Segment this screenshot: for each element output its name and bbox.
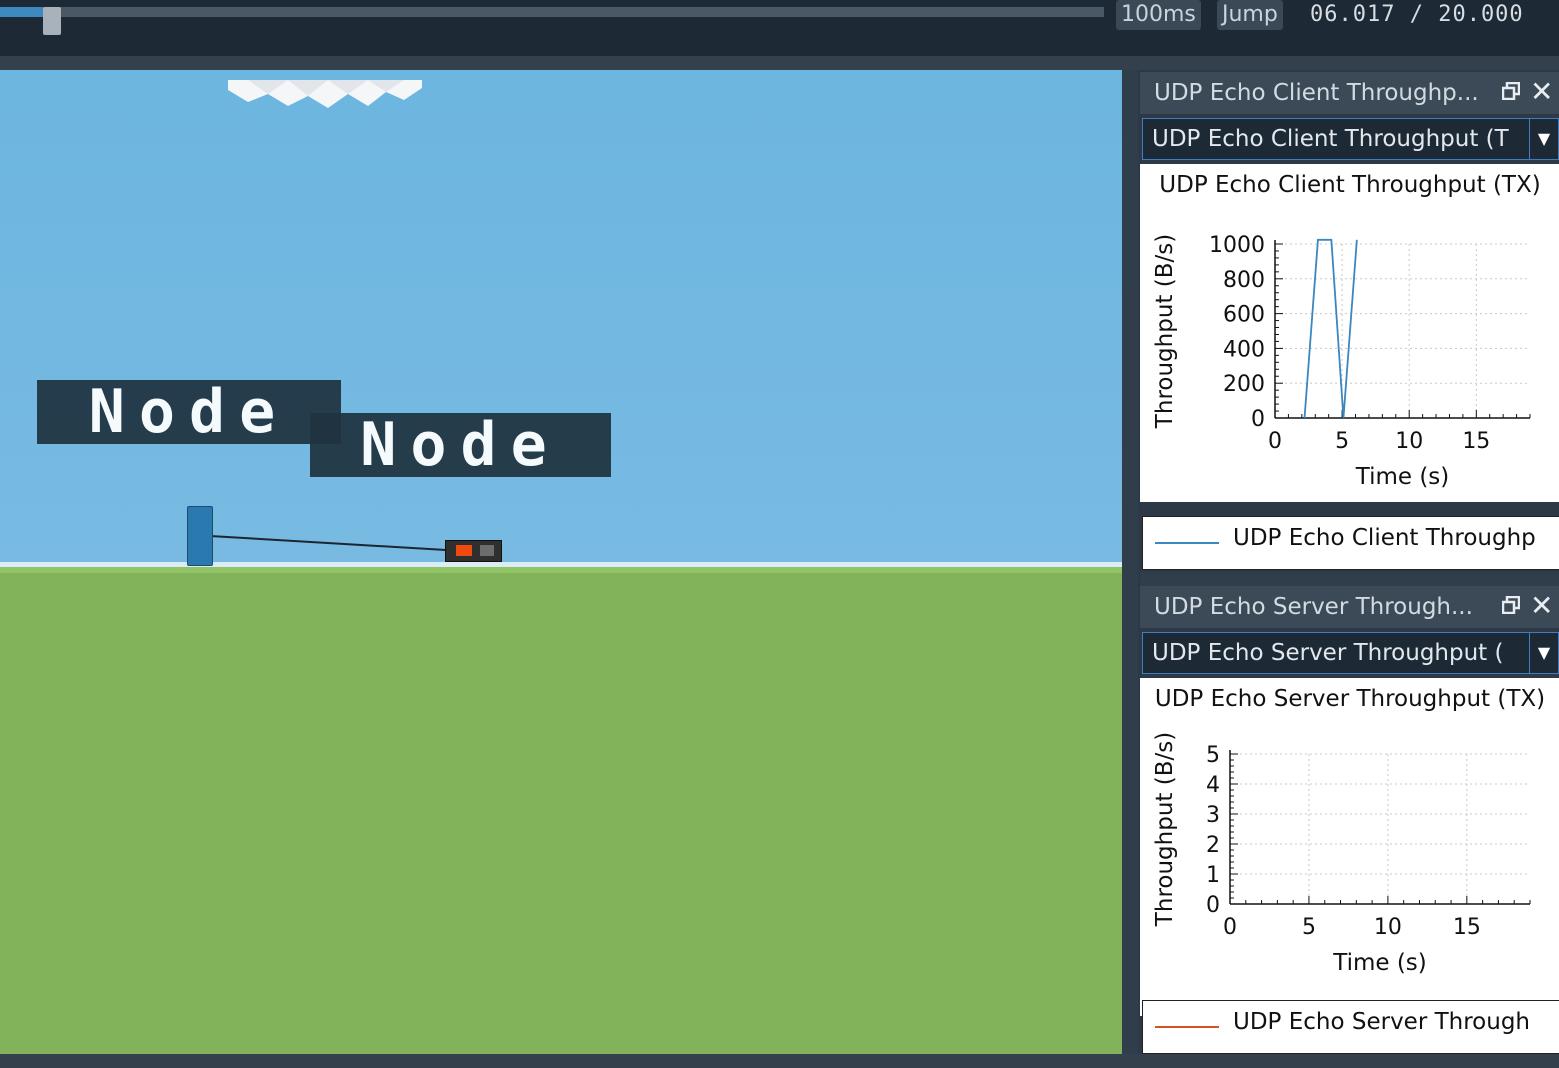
status-bar xyxy=(0,1054,1559,1068)
series-select-value: UDP Echo Server Throughput ( xyxy=(1152,640,1504,666)
chevron-down-icon[interactable]: ▼ xyxy=(1529,119,1558,159)
node-label[interactable]: Node xyxy=(37,380,341,444)
y-tick-label: 2 xyxy=(1206,833,1220,858)
chart-title: UDP Echo Client Throughput (TX) xyxy=(1159,172,1540,198)
x-tick-label: 5 xyxy=(1335,429,1349,454)
x-tick-label: 10 xyxy=(1374,915,1402,940)
chart-title: UDP Echo Server Throughput (TX) xyxy=(1155,686,1545,712)
panel-title: UDP Echo Client Throughp... xyxy=(1154,80,1479,106)
close-icon[interactable]: ✕ xyxy=(1530,592,1553,620)
playback-toolbar: 100ms Jump 06.017 / 20.000 xyxy=(0,0,1559,56)
series-select-value: UDP Echo Client Throughput (T xyxy=(1152,126,1509,152)
node-tower[interactable] xyxy=(187,506,213,566)
time-slider-handle[interactable] xyxy=(43,7,61,35)
legend-swatch xyxy=(1155,1026,1219,1028)
x-tick-label: 0 xyxy=(1268,429,1282,454)
y-tick-label: 1000 xyxy=(1209,233,1265,258)
float-window-icon[interactable] xyxy=(1502,82,1520,100)
legend-swatch xyxy=(1155,542,1219,544)
y-tick-label: 800 xyxy=(1223,268,1265,293)
x-axis-label: Time (s) xyxy=(1332,950,1427,976)
float-window-icon[interactable] xyxy=(1502,596,1520,614)
x-tick-label: 15 xyxy=(1462,429,1490,454)
y-axis-label: Throughput (B/s) xyxy=(1152,732,1178,927)
chart-area: UDP Echo Client Throughput (TX) 0 5 10 15 0 20… xyxy=(1140,164,1559,502)
device-port-icon xyxy=(480,545,494,556)
y-tick-label: 1 xyxy=(1206,863,1220,888)
y-tick-label: 0 xyxy=(1206,893,1220,918)
scene-viewport[interactable]: Node Node xyxy=(0,70,1122,1054)
x-tick-label: 15 xyxy=(1453,915,1481,940)
legend-label: UDP Echo Client Throughp xyxy=(1233,525,1536,551)
link-line xyxy=(209,535,447,551)
chart-legend: UDP Echo Server Through xyxy=(1142,1000,1559,1054)
y-tick-label: 400 xyxy=(1223,337,1265,362)
y-tick-label: 600 xyxy=(1223,303,1265,328)
y-axis-label: Throughput (B/s) xyxy=(1152,234,1178,429)
device-led-icon xyxy=(456,545,472,556)
throughput-chart: UDP Echo Server Throughput (TX) 0 5 10 15 0 1 2… xyxy=(1152,686,1545,976)
close-icon[interactable]: ✕ xyxy=(1530,78,1553,106)
legend-label: UDP Echo Server Through xyxy=(1233,1009,1531,1035)
panel-separator[interactable] xyxy=(1140,572,1559,586)
toolbar-separator xyxy=(0,56,1559,70)
y-tick-label: 4 xyxy=(1206,773,1220,798)
chart-legend: UDP Echo Client Throughp xyxy=(1142,516,1559,570)
server-throughput-panel: UDP Echo Server Through... ✕ UDP Echo Se… xyxy=(1140,586,1559,1056)
x-tick-label: 0 xyxy=(1223,915,1237,940)
panel-title-bar[interactable]: UDP Echo Server Through... ✕ xyxy=(1140,586,1559,628)
y-tick-label: 5 xyxy=(1206,743,1220,768)
series-line xyxy=(1303,238,1358,419)
time-slider-fill xyxy=(0,7,43,17)
chevron-down-icon[interactable]: ▼ xyxy=(1529,633,1558,673)
series-select[interactable]: UDP Echo Client Throughput (T ▼ xyxy=(1142,118,1559,160)
node-device[interactable] xyxy=(445,540,502,562)
step-size-button[interactable]: 100ms xyxy=(1116,0,1201,30)
dock-splitter[interactable] xyxy=(1122,70,1138,1054)
time-slider[interactable] xyxy=(0,7,1104,35)
jump-button[interactable]: Jump xyxy=(1217,0,1283,30)
y-tick-label: 0 xyxy=(1251,407,1265,432)
node-label[interactable]: Node xyxy=(310,413,611,477)
time-readout: 06.017 / 20.000 xyxy=(1310,2,1524,27)
series-select[interactable]: UDP Echo Server Throughput ( ▼ xyxy=(1142,632,1559,674)
x-tick-label: 5 xyxy=(1302,915,1316,940)
y-tick-label: 3 xyxy=(1206,803,1220,828)
chart-area: UDP Echo Server Throughput (TX) 0 5 10 15 0 1 2… xyxy=(1140,678,1559,1016)
client-throughput-panel: UDP Echo Client Throughp... ✕ UDP Echo C… xyxy=(1140,72,1559,572)
x-axis-label: Time (s) xyxy=(1355,464,1450,490)
panel-title-bar[interactable]: UDP Echo Client Throughp... ✕ xyxy=(1140,72,1559,114)
y-tick-label: 200 xyxy=(1223,372,1265,397)
x-tick-label: 10 xyxy=(1395,429,1423,454)
panel-title: UDP Echo Server Through... xyxy=(1154,594,1473,620)
throughput-chart: UDP Echo Client Throughput (TX) 0 5 10 15 0 20… xyxy=(1152,172,1541,490)
